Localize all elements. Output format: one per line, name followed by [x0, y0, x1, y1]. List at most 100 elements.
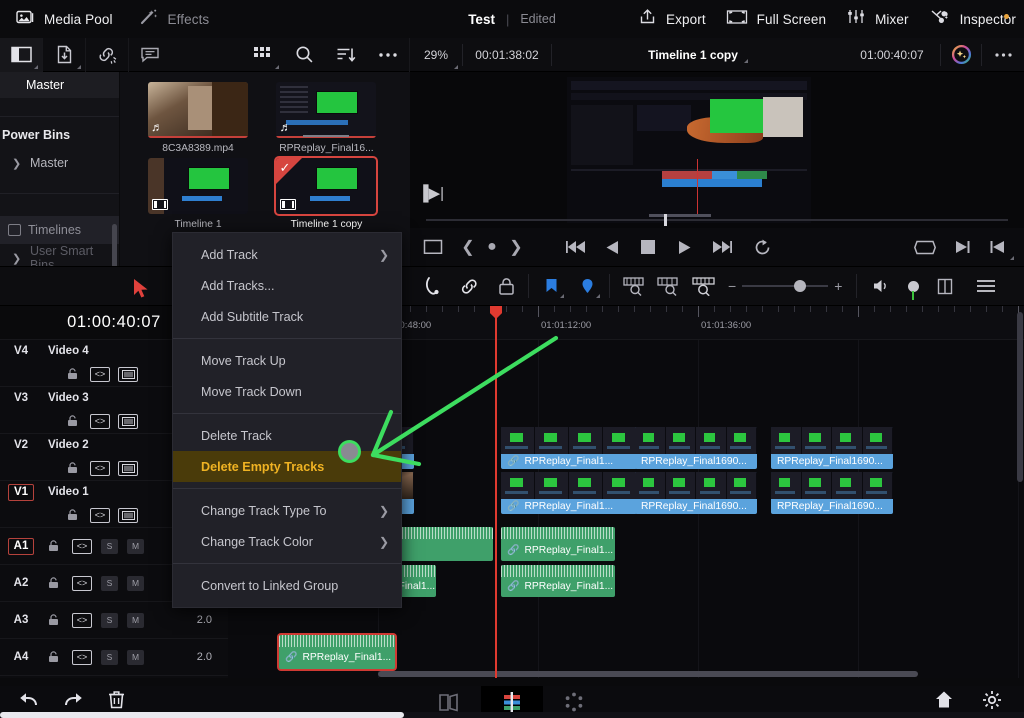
timeline-clip[interactable]: 🔗 RPReplay_Final1... [501, 565, 615, 597]
trim-edit-mode-icon[interactable] [420, 266, 448, 306]
solo-button[interactable]: S [101, 575, 118, 591]
lock-icon[interactable] [62, 367, 82, 382]
split-view-icon[interactable] [929, 266, 961, 306]
power-bins-header[interactable]: Power Bins [0, 121, 119, 149]
timeline-clip[interactable]: 🔗 RPReplay_Final1... [501, 427, 637, 469]
auto-select-icon[interactable]: <> [72, 538, 92, 554]
scrubber-handle[interactable] [664, 214, 667, 226]
search-icon[interactable] [283, 38, 325, 72]
media-clip-item[interactable]: Timeline 1 [148, 158, 248, 230]
menu-item-add-subtitle-track[interactable]: Add Subtitle Track [173, 301, 401, 332]
lock-icon[interactable] [62, 508, 82, 523]
timeline-playhead[interactable] [490, 306, 502, 678]
video-enable-icon[interactable] [118, 460, 138, 476]
bin-timelines[interactable]: Timelines [0, 216, 119, 244]
mute-button[interactable]: M [127, 538, 144, 554]
track-id-selected[interactable]: A1 [8, 537, 34, 555]
timeline-viewer[interactable]: ▐▶| [410, 72, 1024, 228]
full-zoom-icon[interactable] [686, 266, 720, 306]
media-pool-button[interactable]: Media Pool [16, 9, 113, 30]
play-forward-icon[interactable] [666, 240, 702, 255]
timeline-horizontal-scrollbar[interactable] [228, 670, 1024, 678]
jump-end-icon[interactable] [702, 240, 742, 254]
lock-icon[interactable] [43, 613, 63, 628]
scrollbar-thumb[interactable] [378, 671, 918, 677]
mute-button[interactable]: M [127, 612, 144, 628]
mute-button[interactable]: M [127, 575, 144, 591]
color-wheel-icon[interactable] [941, 38, 981, 72]
timeline-clip-selected[interactable]: 🔗 RPReplay_Final1... [279, 635, 395, 669]
solo-button[interactable]: S [101, 612, 118, 628]
zoom-slider-track[interactable] [742, 280, 829, 292]
chevron-right-icon[interactable]: ❯ [12, 252, 21, 265]
link-clips-icon[interactable] [456, 266, 484, 306]
menu-item-add-track[interactable]: Add Track ❯ [173, 239, 401, 270]
project-settings-icon[interactable] [982, 690, 1002, 715]
jump-to-end-icon[interactable]: ▐▶| [418, 184, 444, 202]
auto-select-icon[interactable]: <> [90, 507, 110, 523]
timeline-options-icon[interactable] [969, 266, 1003, 306]
menu-item-convert-to-linked-group[interactable]: Convert to Linked Group [173, 570, 401, 601]
timeline-clip[interactable]: RPReplay_Final1690... [635, 472, 757, 514]
next-clip-icon[interactable] [946, 240, 980, 254]
sidebar-toggle-icon[interactable] [0, 37, 42, 72]
mute-button[interactable]: M [127, 649, 144, 665]
play-reverse-icon[interactable] [594, 240, 630, 255]
thumbnail-view-icon[interactable] [241, 38, 283, 72]
power-bins-master[interactable]: ❯ Master [0, 149, 119, 177]
menu-item-delete-empty-tracks[interactable]: Delete Empty Tracks [173, 451, 401, 482]
export-button[interactable]: Export [638, 8, 706, 30]
viewer-more-options-icon[interactable] [982, 38, 1024, 72]
timeline-clip[interactable]: 🔗 RPReplay_Final1... [501, 472, 637, 514]
track-volume[interactable]: 2.0 [197, 614, 212, 626]
menu-item-delete-track[interactable]: Delete Track [173, 420, 401, 451]
timeline-clip[interactable]: RPReplay_Final1690... [771, 472, 893, 514]
bin-master[interactable]: Master [0, 72, 119, 98]
full-screen-button[interactable]: Full Screen [726, 9, 826, 30]
zoom-in-icon[interactable]: + [834, 278, 842, 294]
effects-button[interactable]: Effects [139, 8, 210, 30]
metadata-icon[interactable] [129, 38, 171, 72]
viewer-scrubber[interactable] [426, 214, 1008, 226]
keyframe-icon[interactable]: ● [480, 238, 504, 256]
prev-keyframe-icon[interactable]: ❮ [456, 237, 480, 257]
timeline-clip[interactable]: 🔗 RPReplay_Final1... [501, 527, 615, 561]
bin-tree-scrollbar[interactable] [112, 224, 117, 268]
timeline-vertical-scrollbar[interactable] [1017, 312, 1023, 482]
window-horizontal-scrollbar[interactable] [0, 712, 1024, 718]
track-header-a4[interactable]: A4 <> S M 2.0 [0, 639, 228, 676]
prev-clip-icon[interactable] [980, 240, 1014, 254]
media-clip-item[interactable]: ♬ 8C3A8389.mp4 [148, 82, 248, 154]
viewer-zoom-level[interactable]: 29% [410, 38, 462, 72]
next-keyframe-icon[interactable]: ❯ [504, 237, 528, 257]
video-enable-icon[interactable] [118, 366, 138, 382]
auto-select-icon[interactable]: <> [90, 460, 110, 476]
lock-tracks-icon[interactable] [492, 266, 520, 306]
lock-icon[interactable] [62, 461, 82, 476]
marker-icon[interactable] [573, 266, 601, 306]
track-volume[interactable]: 2.0 [197, 651, 212, 663]
lock-icon[interactable] [43, 576, 63, 591]
timeline-clip[interactable]: RPReplay_Final1690... [771, 427, 893, 469]
zoom-slider-knob[interactable] [794, 280, 807, 292]
video-enable-icon[interactable] [118, 507, 138, 523]
home-icon[interactable] [934, 690, 954, 714]
inspector-button[interactable]: Inspector [929, 8, 1016, 30]
flag-icon[interactable] [537, 266, 565, 306]
loop-icon[interactable] [742, 238, 782, 257]
menu-item-add-tracks[interactable]: Add Tracks... [173, 270, 401, 301]
mixer-button[interactable]: Mixer [846, 8, 909, 30]
auto-select-icon[interactable]: <> [72, 612, 92, 628]
clip-thumbnail[interactable]: ♬ [276, 82, 377, 138]
menu-item-change-track-color[interactable]: Change Track Color ❯ [173, 526, 401, 557]
audio-zoom-icon[interactable] [618, 266, 652, 306]
more-options-icon[interactable] [367, 38, 409, 72]
scrollbar-thumb[interactable] [0, 712, 404, 718]
auto-select-icon[interactable]: <> [72, 649, 92, 665]
lock-icon[interactable] [62, 414, 82, 429]
lock-icon[interactable] [43, 650, 63, 665]
auto-select-icon[interactable]: <> [90, 366, 110, 382]
snapping-icon[interactable] [897, 266, 929, 306]
clip-thumbnail[interactable]: ♬ [148, 82, 248, 138]
crop-frame-icon[interactable] [410, 238, 1014, 260]
